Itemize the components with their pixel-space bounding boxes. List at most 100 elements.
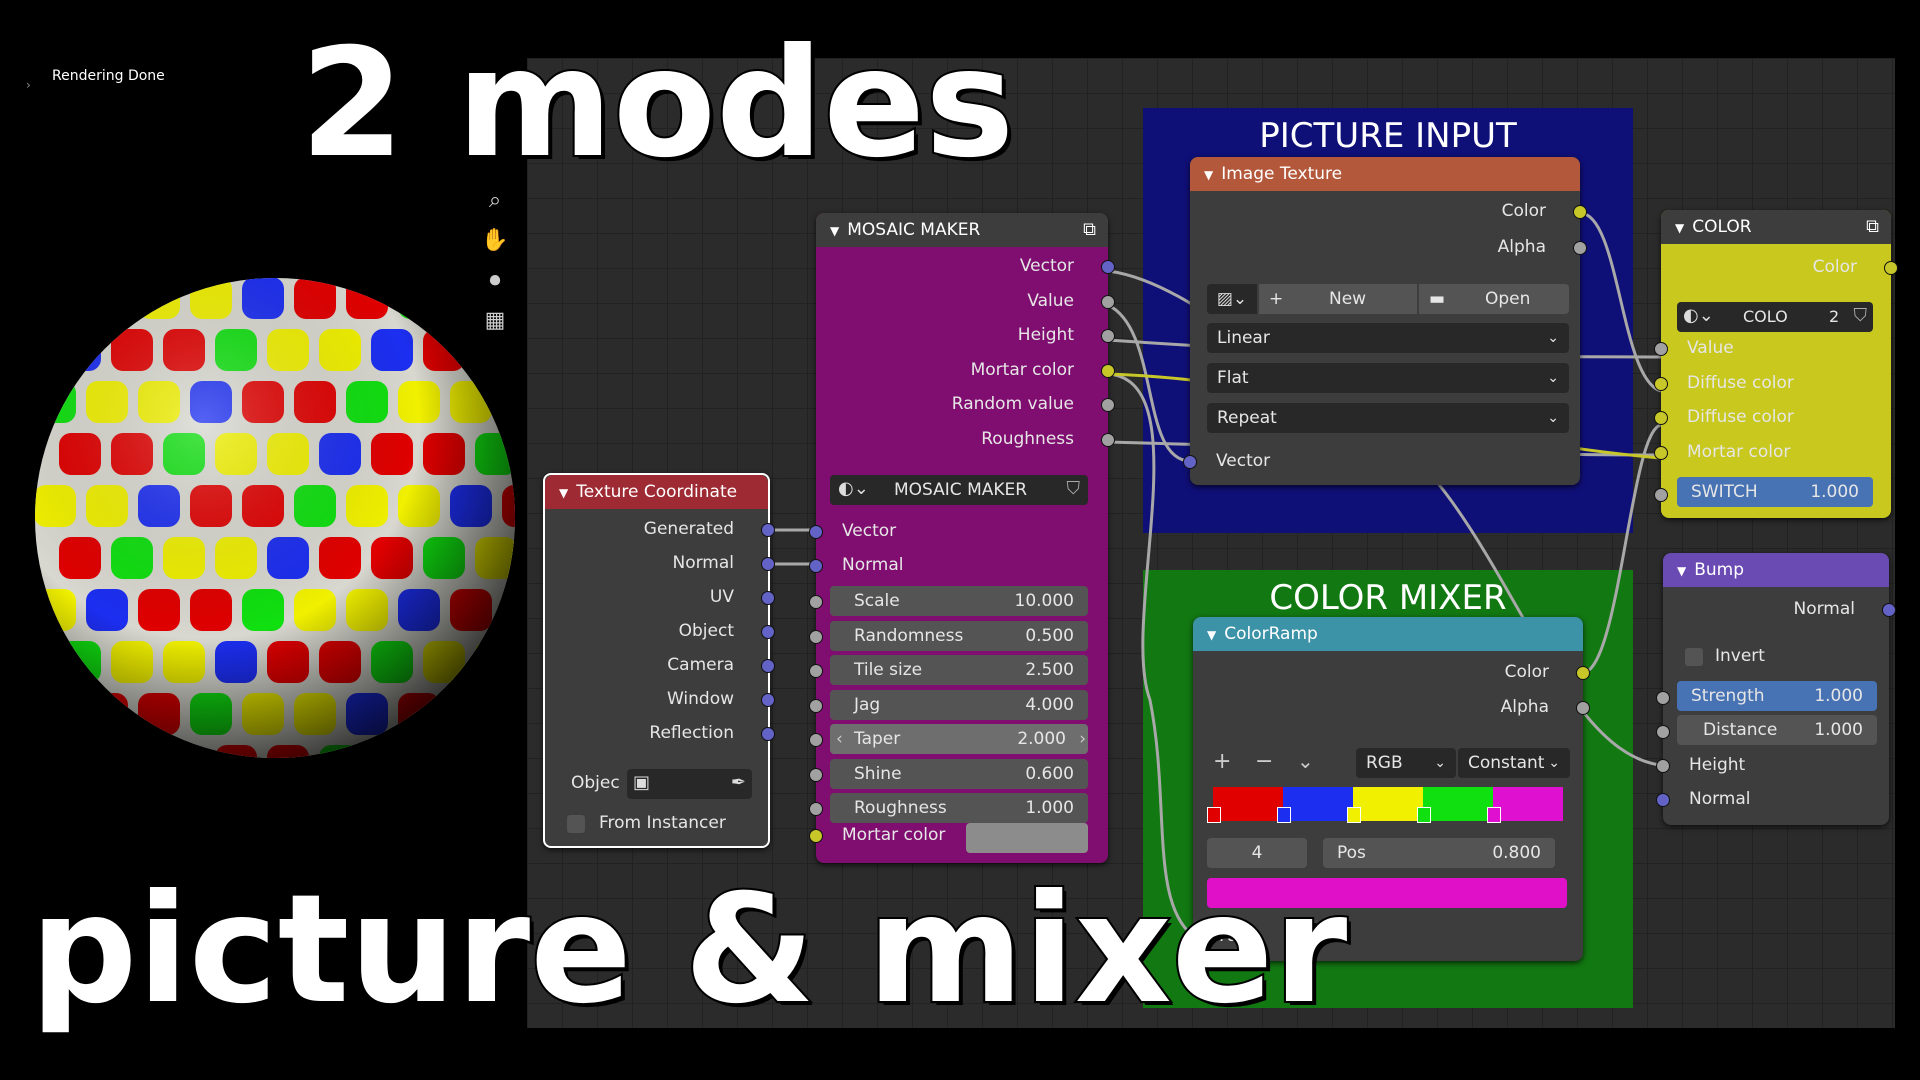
ramp-alpha-socket[interactable] — [1576, 701, 1590, 715]
fake-user-icon[interactable]: ⛉ — [1067, 478, 1081, 499]
collapse-icon[interactable]: ▼ — [1677, 554, 1686, 588]
texcoord-socket-camera[interactable] — [761, 659, 775, 673]
mortar-color-swatch[interactable] — [966, 823, 1088, 853]
add-stop-icon[interactable]: + — [1213, 749, 1231, 774]
mosaic-maker-header[interactable]: ▼ MOSAIC MAKER ⧉ — [816, 213, 1108, 247]
from-instancer-checkbox[interactable] — [567, 815, 585, 833]
param-shine[interactable]: Shine 0.600 — [830, 758, 1088, 789]
distance-field[interactable]: Distance 1.000 — [1677, 715, 1877, 745]
texcoord-socket-window[interactable] — [761, 693, 775, 707]
mortar-color-socket[interactable] — [809, 829, 823, 843]
param-socket[interactable] — [809, 802, 823, 816]
mosaic-output-socket[interactable] — [1101, 329, 1115, 343]
mosaic-input-socket[interactable] — [809, 559, 823, 573]
color-input-socket[interactable] — [1654, 411, 1668, 425]
ramp-color-socket[interactable] — [1576, 666, 1590, 680]
extension-dropdown[interactable]: Repeat ⌄ — [1207, 403, 1569, 433]
param-tile size[interactable]: Tile size 2.500 — [830, 655, 1088, 685]
chevron-right-icon[interactable]: › — [1079, 724, 1086, 754]
color-output-socket[interactable] — [1884, 261, 1898, 275]
ramp-stop-marker[interactable] — [1347, 807, 1361, 823]
image-alpha-socket[interactable] — [1573, 241, 1587, 255]
texture-coordinate-node[interactable]: ▼ Texture Coordinate Objec ▣ ✒ From Insta… — [543, 473, 775, 848]
param-socket[interactable] — [809, 698, 823, 713]
color-ramp-header[interactable]: ▼ ColorRamp — [1193, 617, 1583, 651]
group-icon[interactable]: ⧉ — [1866, 210, 1879, 244]
bump-header[interactable]: ▼ Bump — [1663, 553, 1889, 587]
param-socket[interactable] — [809, 629, 823, 644]
node-tree-icon[interactable]: ◐⌄ — [1683, 305, 1714, 326]
param-jag[interactable]: Jag 4.000 — [830, 689, 1088, 720]
texcoord-socket-object[interactable] — [761, 625, 775, 639]
interpolation-dropdown[interactable]: Linear ⌄ — [1207, 323, 1569, 353]
height-socket[interactable] — [1656, 759, 1670, 773]
bump-normal-output-socket[interactable] — [1882, 603, 1896, 617]
image-vector-socket[interactable] — [1183, 455, 1197, 469]
chevron-down-icon[interactable]: ⌄ — [1297, 749, 1314, 773]
param-socket[interactable] — [809, 767, 823, 782]
chevron-left-icon[interactable]: ‹ — [836, 724, 843, 754]
fake-user-icon[interactable]: ⛉ — [1854, 305, 1868, 326]
texcoord-socket-generated[interactable] — [761, 523, 775, 537]
color-group-header[interactable]: ▼ COLOR ⧉ — [1661, 210, 1891, 244]
image-texture-header[interactable]: ▼ Image Texture — [1190, 157, 1580, 191]
ramp-interpolation-dropdown[interactable]: Constant ⌄ — [1458, 748, 1570, 778]
color-input-socket[interactable] — [1654, 445, 1668, 460]
object-field[interactable]: ▣ ✒ — [627, 769, 752, 799]
eyedropper-icon[interactable]: ✒ — [731, 772, 746, 793]
image-color-socket[interactable] — [1573, 205, 1587, 219]
mosaic-input-socket[interactable] — [809, 525, 823, 539]
texture-coordinate-header[interactable]: ▼ Texture Coordinate — [545, 475, 768, 509]
remove-stop-icon[interactable]: − — [1255, 749, 1273, 774]
param-scale[interactable]: Scale 10.000 — [830, 586, 1088, 616]
color-group-node[interactable]: ▼ COLOR ⧉ Color ◐⌄ COLO 2 ⛉ SWITCH 1.000 … — [1654, 210, 1898, 518]
distance-socket[interactable] — [1656, 725, 1670, 739]
ramp-stop-marker[interactable] — [1207, 807, 1221, 823]
collapse-icon[interactable]: ▼ — [1204, 158, 1213, 192]
strength-value: 1.000 — [1814, 686, 1863, 706]
ramp-stop-marker[interactable] — [1487, 807, 1501, 823]
color-group-selector[interactable]: ◐⌄ COLO 2 ⛉ — [1677, 302, 1873, 332]
node-tree-icon[interactable]: ◐⌄ — [838, 478, 869, 499]
texcoord-socket-uv[interactable] — [761, 591, 775, 605]
ramp-stop-marker[interactable] — [1277, 807, 1291, 823]
collapse-icon[interactable]: ▼ — [1207, 618, 1216, 652]
param-socket[interactable] — [809, 664, 823, 678]
strength-socket[interactable] — [1656, 691, 1670, 705]
projection-dropdown[interactable]: Flat ⌄ — [1207, 363, 1569, 393]
collapse-icon[interactable]: ▼ — [1675, 211, 1684, 245]
param-roughness[interactable]: Roughness 1.000 — [830, 793, 1088, 823]
group-icon[interactable]: ⧉ — [1083, 213, 1096, 247]
switch-field[interactable]: SWITCH 1.000 — [1677, 477, 1873, 507]
param-taper[interactable]: Taper 2.000 ‹ › — [830, 724, 1088, 754]
image-texture-node[interactable]: ▼ Image Texture Color Alpha ▨⌄ + New ▬ Op… — [1183, 157, 1587, 485]
mosaic-output-socket[interactable] — [1101, 294, 1115, 309]
image-browse-icon[interactable]: ▨⌄ — [1207, 284, 1257, 314]
stop-position-field[interactable]: Pos 0.800 — [1323, 838, 1555, 868]
new-image-button[interactable]: + New — [1259, 284, 1417, 314]
texcoord-socket-normal[interactable] — [761, 557, 775, 571]
mosaic-output-socket[interactable] — [1101, 398, 1115, 412]
switch-socket[interactable] — [1654, 488, 1668, 502]
bump-node[interactable]: ▼ Bump Normal Invert Strength 1.000 Dista… — [1656, 553, 1896, 825]
invert-checkbox[interactable] — [1685, 648, 1703, 666]
bump-normal-input-socket[interactable] — [1656, 793, 1670, 807]
param-randomness[interactable]: Randomness 0.500 — [830, 620, 1088, 651]
color-mode-dropdown[interactable]: RGB ⌄ — [1356, 748, 1456, 778]
param-socket[interactable] — [809, 595, 823, 609]
mosaic-output-socket[interactable] — [1101, 260, 1115, 274]
group-selector[interactable]: ◐⌄ MOSAIC MAKER ⛉ — [830, 475, 1088, 505]
color-ramp-gradient[interactable] — [1213, 787, 1563, 821]
mosaic-maker-node[interactable]: ▼ MOSAIC MAKER ⧉ ◐⌄ MOSAIC MAKER ⛉ Mortar… — [809, 213, 1115, 863]
color-input-socket[interactable] — [1654, 376, 1668, 391]
mosaic-output-socket[interactable] — [1101, 363, 1115, 378]
param-socket[interactable] — [809, 733, 823, 747]
color-input-socket[interactable] — [1654, 342, 1668, 356]
texcoord-socket-reflection[interactable] — [761, 727, 775, 741]
collapse-icon[interactable]: ▼ — [559, 476, 568, 510]
open-image-button[interactable]: ▬ Open — [1419, 284, 1569, 314]
collapse-icon[interactable]: ▼ — [830, 214, 839, 248]
ramp-stop-marker[interactable] — [1417, 807, 1431, 823]
mosaic-output-socket[interactable] — [1101, 432, 1115, 447]
strength-field[interactable]: Strength 1.000 — [1677, 681, 1877, 711]
